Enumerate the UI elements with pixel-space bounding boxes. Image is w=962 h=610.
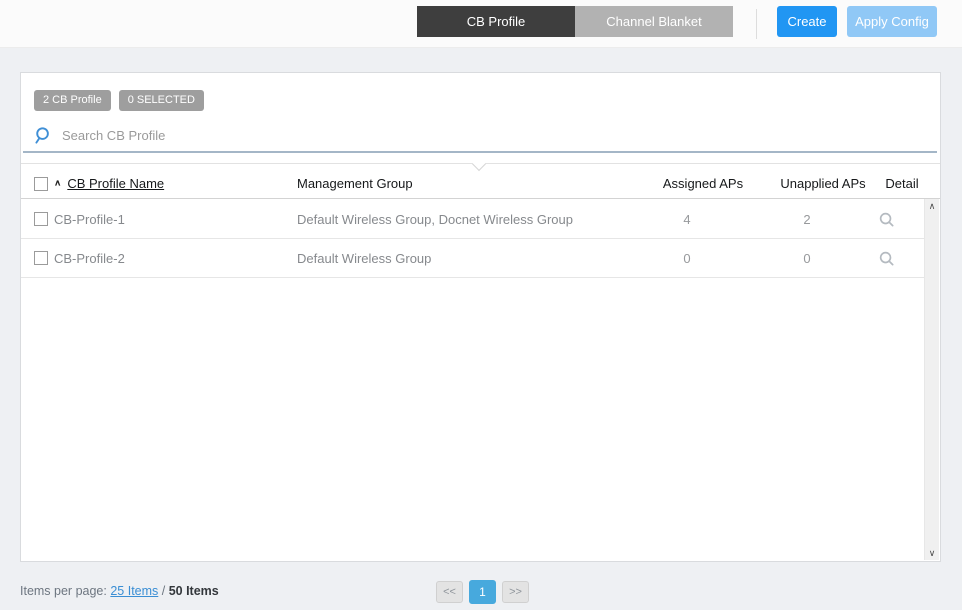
- table-header-row: ∧ CB Profile Name Management Group Assig…: [21, 169, 940, 199]
- cb-profile-panel: 2 CB Profile 0 SELECTED ∧ CB Profile Nam…: [20, 72, 941, 562]
- current-page-button[interactable]: 1: [469, 580, 496, 604]
- sort-asc-icon[interactable]: ∧: [54, 179, 61, 188]
- cell-unapplied-aps: 2: [803, 211, 811, 227]
- detail-magnifier-icon[interactable]: [878, 211, 895, 228]
- search-icon: [35, 127, 49, 144]
- prev-page-button[interactable]: <<: [436, 581, 463, 603]
- items-per-page: Items per page: 25 Items / 50 Items: [20, 584, 219, 598]
- detail-magnifier-icon[interactable]: [878, 250, 895, 267]
- toolbar-divider: [756, 9, 757, 39]
- total-items-label: 50 Items: [168, 584, 219, 598]
- scroll-up-icon[interactable]: ∧: [925, 199, 939, 213]
- header-management-group: Management Group: [297, 176, 413, 191]
- table-row[interactable]: CB-Profile-2 Default Wireless Group 0 0: [21, 239, 924, 278]
- cell-profile-name: CB-Profile-1: [54, 211, 125, 227]
- header-assigned-aps: Assigned APs: [662, 176, 744, 191]
- search-input[interactable]: [62, 128, 462, 143]
- table-row[interactable]: CB-Profile-1 Default Wireless Group, Doc…: [21, 200, 924, 239]
- scroll-down-icon[interactable]: ∨: [925, 546, 939, 560]
- next-page-button[interactable]: >>: [502, 581, 529, 603]
- vertical-scrollbar[interactable]: ∧ ∨: [924, 199, 939, 560]
- items-per-page-label: Items per page:: [20, 584, 107, 598]
- view-tabs: CB Profile Channel Blanket: [417, 6, 733, 37]
- tab-cb-profile[interactable]: CB Profile: [417, 6, 575, 37]
- row-checkbox[interactable]: [34, 212, 48, 226]
- cell-assigned-aps: 0: [683, 250, 691, 266]
- cell-profile-name: CB-Profile-2: [54, 250, 125, 266]
- header-unapplied-aps: Unapplied APs: [780, 176, 866, 191]
- top-toolbar: CB Profile Channel Blanket Create Apply …: [0, 0, 962, 48]
- count-badge: 2 CB Profile: [34, 90, 111, 111]
- search-bar: [34, 126, 462, 145]
- create-button[interactable]: Create: [777, 6, 837, 37]
- header-detail: Detail: [885, 176, 919, 191]
- select-all-checkbox[interactable]: [34, 176, 48, 191]
- pagination: << 1 >>: [436, 580, 529, 604]
- summary-badges: 2 CB Profile 0 SELECTED: [34, 90, 204, 111]
- cell-assigned-aps: 4: [683, 211, 691, 227]
- apply-config-button[interactable]: Apply Config: [847, 6, 937, 37]
- search-underline: [23, 151, 937, 153]
- header-cb-profile-name[interactable]: CB Profile Name: [67, 176, 164, 191]
- separator: /: [158, 584, 169, 598]
- row-checkbox[interactable]: [34, 251, 48, 265]
- cell-unapplied-aps: 0: [803, 250, 811, 266]
- cell-management-group: Default Wireless Group: [297, 250, 432, 266]
- page-size-link[interactable]: 25 Items: [110, 584, 158, 598]
- cell-management-group: Default Wireless Group, Docnet Wireless …: [297, 211, 573, 227]
- selected-badge: 0 SELECTED: [118, 90, 204, 111]
- tab-channel-blanket[interactable]: Channel Blanket: [575, 6, 733, 37]
- table-body: CB-Profile-1 Default Wireless Group, Doc…: [21, 200, 924, 560]
